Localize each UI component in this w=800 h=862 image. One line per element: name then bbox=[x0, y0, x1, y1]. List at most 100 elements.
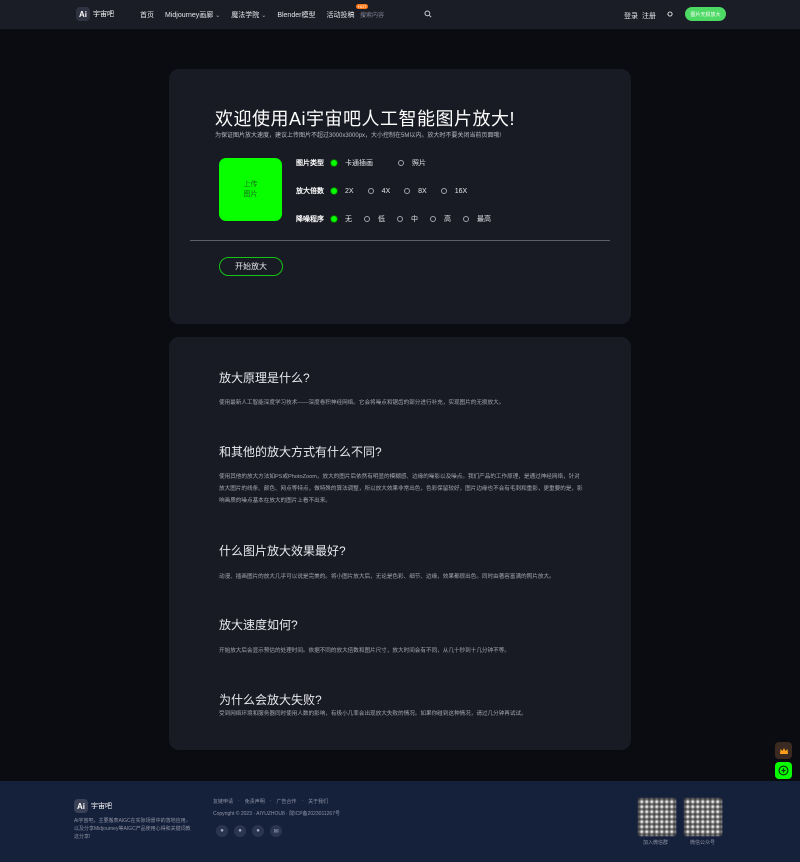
copyright: Copyright © 2023 · AIYUZHOU8 · 陇ICP备2023… bbox=[213, 811, 340, 817]
divider bbox=[190, 240, 610, 241]
search-box[interactable]: 搜索内容 bbox=[355, 7, 437, 21]
crown-icon-glyph bbox=[779, 747, 788, 754]
radio[interactable] bbox=[404, 188, 411, 194]
scale-option-2x[interactable]: 2X bbox=[331, 188, 354, 195]
faq-answer: 使用其他的放大方法如PS或PhotoZoom，放大的图片后依然有明显的模糊感、边… bbox=[219, 474, 583, 504]
denoise-option-medium[interactable]: 中 bbox=[397, 214, 418, 224]
scale-option-8x[interactable]: 8X bbox=[404, 188, 427, 195]
image-type-row: 图片类型 卡通插画 照片 bbox=[296, 158, 436, 168]
faq-answer: 动漫、插画图片的放大几乎可以说是完美的。将小图片放大后，无论是色彩、细节、边缘，… bbox=[219, 574, 555, 580]
qr-label: 微信公众号 bbox=[690, 840, 716, 846]
image-type-option-photo[interactable]: 照片 bbox=[398, 158, 426, 168]
nav-item-midjourney-gallery[interactable]: Midjourney画廊 ⌄ bbox=[165, 10, 220, 20]
faq-question: 放大原理是什么? bbox=[219, 371, 310, 385]
radio-selected[interactable] bbox=[331, 188, 337, 194]
scale-option-4x[interactable]: 4X bbox=[367, 187, 391, 195]
radio[interactable] bbox=[397, 216, 403, 222]
upscale-panel: 欢迎使用Ai宇宙吧人工智能图片放大! 为保证图片放大速度，建议上传图片不超过30… bbox=[169, 69, 631, 324]
faq-question: 为什么会放大失败? bbox=[219, 693, 322, 707]
sun-icon[interactable] bbox=[666, 10, 674, 18]
search-placeholder: 搜索内容 bbox=[360, 12, 385, 19]
option-label: 8X bbox=[418, 187, 427, 195]
nav-item-blender-models[interactable]: Blender模型 bbox=[277, 10, 315, 20]
option-label: 中 bbox=[411, 216, 418, 223]
scale-factor-row: 放大倍数 2X 4X 8X 16X bbox=[296, 186, 477, 196]
register-link[interactable]: 注册 bbox=[642, 11, 656, 21]
denoise-option-low[interactable]: 低 bbox=[364, 214, 385, 224]
logo-badge: Ai bbox=[76, 7, 90, 21]
footer-logo-badge: Ai bbox=[74, 799, 88, 813]
footer-link-separator: · bbox=[269, 798, 272, 804]
image-upscale-cta-button[interactable]: 图片无损放大 bbox=[685, 7, 726, 21]
faq-answer: 使用最新人工智能深度学习技术——深度卷积神经网络。它会将噪点和锯齿的部分进行补充… bbox=[219, 400, 505, 406]
upload-label-line2: 图片 bbox=[243, 190, 258, 198]
radio[interactable] bbox=[398, 160, 404, 166]
faq-question: 和其他的放大方式有什么不同? bbox=[219, 445, 382, 459]
nav-item-home[interactable]: 首页 bbox=[140, 10, 154, 20]
radio-selected[interactable] bbox=[331, 160, 337, 166]
radio[interactable] bbox=[364, 216, 370, 222]
option-label: 16X bbox=[454, 187, 468, 195]
footer-link-disclaimer[interactable]: 免责声明 bbox=[245, 798, 265, 805]
option-label: 4X bbox=[381, 187, 391, 195]
nav-label: 活动投稿 bbox=[326, 12, 355, 19]
footer-link-ads[interactable]: 广告合作 bbox=[276, 798, 296, 805]
option-label: 低 bbox=[378, 216, 385, 223]
add-icon[interactable] bbox=[775, 762, 792, 779]
plus-circle-icon bbox=[778, 765, 789, 776]
start-upscale-button[interactable]: 开始放大 bbox=[219, 257, 283, 276]
weibo-icon[interactable]: ● bbox=[252, 825, 264, 837]
denoise-option-none[interactable]: 无 bbox=[331, 214, 352, 224]
qq-icon[interactable]: ● bbox=[234, 825, 246, 837]
qr-code-wechat-group bbox=[638, 798, 676, 836]
denoise-option-high[interactable]: 高 bbox=[430, 214, 451, 224]
scale-option-16x[interactable]: 16X bbox=[440, 187, 468, 195]
option-label: 2X bbox=[345, 187, 354, 195]
nav-label: Midjourney画廊 bbox=[165, 12, 214, 19]
top-nav-bar: Ai 宇宙吧 首页 Midjourney画廊 ⌄ 魔法学院 ⌄ Blender模型 … bbox=[0, 0, 800, 29]
search-icon[interactable] bbox=[424, 10, 432, 18]
footer-social-icons: ● ● ● ✉ bbox=[216, 825, 282, 837]
option-label: 卡通插画 bbox=[345, 160, 373, 167]
faq-panel: 放大原理是什么? 使用最新人工智能深度学习技术——深度卷积神经网络。它会将噪点和… bbox=[169, 337, 631, 750]
login-link[interactable]: 登录 bbox=[624, 11, 638, 21]
scale-factor-label: 放大倍数 bbox=[296, 188, 324, 195]
faq-question: 放大速度如何? bbox=[219, 618, 298, 632]
site-logo[interactable]: Ai 宇宙吧 bbox=[76, 7, 114, 21]
radio[interactable] bbox=[440, 188, 447, 194]
denoise-option-highest[interactable]: 最高 bbox=[463, 214, 491, 224]
wechat-icon[interactable]: ● bbox=[216, 825, 228, 837]
crown-icon[interactable] bbox=[775, 742, 792, 759]
nav-label: 首页 bbox=[140, 12, 154, 19]
auth-links: 登录 注册 bbox=[624, 11, 656, 21]
radio[interactable] bbox=[367, 188, 374, 194]
footer-logo[interactable]: Ai 宇宙吧 bbox=[74, 799, 112, 813]
chevron-down-icon: ⌄ bbox=[215, 13, 221, 19]
radio-selected[interactable] bbox=[331, 216, 337, 222]
footer-link-separator: · bbox=[301, 798, 304, 804]
page-title: 欢迎使用Ai宇宙吧人工智能图片放大! bbox=[215, 109, 516, 129]
image-type-label: 图片类型 bbox=[296, 160, 324, 167]
denoise-row: 降噪程序 无 低 中 高 最高 bbox=[296, 214, 501, 224]
radio[interactable] bbox=[430, 216, 436, 222]
nav-item-magic-academy[interactable]: 魔法学院 ⌄ bbox=[231, 10, 266, 20]
faq-answer: 开始放大后会显示预估的处理时间。依据不同的放大倍数和图片尺寸，放大时间会有不同，… bbox=[219, 648, 510, 654]
nav-label: Blender模型 bbox=[277, 12, 316, 19]
option-label: 最高 bbox=[477, 216, 491, 223]
radio[interactable] bbox=[463, 216, 469, 222]
option-label: 照片 bbox=[412, 160, 426, 167]
option-label: 无 bbox=[345, 216, 352, 223]
upload-label-line1: 上传 bbox=[243, 180, 258, 188]
upload-image-button[interactable]: 上传 图片 bbox=[219, 158, 282, 221]
qr-label: 加入微信群 bbox=[643, 840, 669, 846]
footer-link-friend-links[interactable]: 友链申请 bbox=[213, 798, 233, 805]
denoise-label: 降噪程序 bbox=[296, 216, 324, 223]
footer-link-separator: · bbox=[238, 798, 240, 804]
footer-description: Ai宇宙吧，主要搬表AIGC在实际场景中的落地应用，以及分享Midjourney… bbox=[74, 818, 191, 840]
page-subtitle: 为保证图片放大速度，建议上传图片不超过3000x3000px，大小控制在5M以内… bbox=[215, 133, 502, 139]
footer-link-about[interactable]: 关于我们 bbox=[308, 798, 328, 805]
logo-text: 宇宙吧 bbox=[93, 11, 114, 18]
image-type-option-cartoon[interactable]: 卡通插画 bbox=[331, 158, 373, 168]
option-label: 高 bbox=[444, 216, 451, 223]
email-icon[interactable]: ✉ bbox=[270, 825, 282, 837]
